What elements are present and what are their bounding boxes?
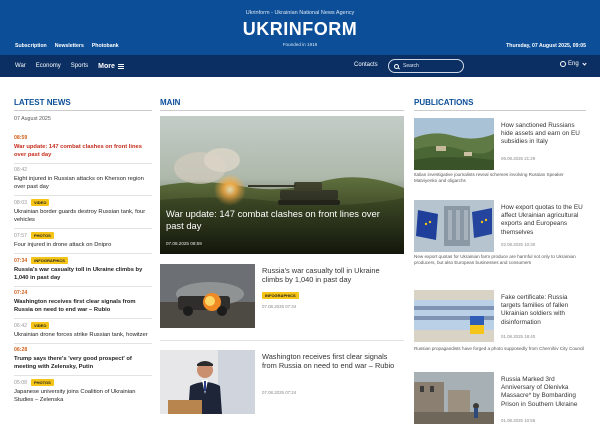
publication-caption: Italian investigative journalists reveal…: [414, 172, 564, 184]
news-item[interactable]: 07:34 INFOGRAPHICS Russia's war casualty …: [14, 254, 152, 287]
news-title[interactable]: Eight injured in Russian attacks on Kher…: [14, 175, 152, 191]
nav-economy[interactable]: Economy: [36, 63, 61, 69]
nav-war[interactable]: War: [15, 63, 26, 69]
main-story[interactable]: Washington receives first clear signals …: [160, 350, 404, 420]
infographics-badge: INFOGRAPHICS: [262, 292, 299, 299]
publication-title[interactable]: Fake certificate: Russia targets familie…: [501, 294, 587, 327]
publication-date: 02.08.2025 10:30: [501, 242, 536, 247]
publication-date: 06.08.2025 21:29: [501, 156, 536, 161]
news-item[interactable]: 07:24 Washington receives first clear si…: [14, 287, 152, 319]
video-badge: VIDEO: [30, 199, 50, 206]
language-selector[interactable]: Eng: [560, 60, 587, 67]
news-time: 07:57: [14, 232, 27, 239]
top-links: Subscription Newsletters Photobank: [15, 43, 119, 49]
publication-thumbnail[interactable]: [414, 290, 494, 342]
story-thumbnail[interactable]: [160, 264, 255, 328]
news-title[interactable]: Ukrainian border guards destroy Russian …: [14, 208, 152, 224]
news-item[interactable]: 08:59 War update: 147 combat clashes on …: [14, 132, 152, 164]
publication-thumbnail[interactable]: [414, 372, 494, 424]
latest-news-list: 07 August 2025 08:59 War update: 147 com…: [14, 116, 152, 408]
nav-more-button[interactable]: More: [98, 63, 124, 70]
contacts-link[interactable]: Contacts: [354, 62, 378, 68]
news-title[interactable]: Trump says there's 'very good prospect' …: [14, 355, 152, 371]
publication-title[interactable]: How export quotas to the EU affect Ukrai…: [501, 204, 587, 237]
latest-news-heading[interactable]: LATEST NEWS: [14, 98, 71, 107]
sign-image: [414, 290, 494, 342]
site-logo[interactable]: UKRINFORM: [0, 19, 600, 40]
search-icon[interactable]: [394, 63, 399, 69]
news-title[interactable]: Japanese university joins Coalition of U…: [14, 388, 152, 404]
speaker-photo: [160, 350, 255, 414]
news-title[interactable]: War update: 147 combat clashes on front …: [14, 143, 152, 159]
landscape-image: [414, 118, 494, 170]
publication-thumbnail[interactable]: [414, 118, 494, 170]
search-input[interactable]: [403, 63, 463, 69]
site-header: Ukrinform - Ukrainian National News Agen…: [0, 0, 600, 55]
news-time: 06:42: [14, 322, 27, 329]
news-item[interactable]: 05:08 PHOTOS Japanese university joins Co…: [14, 376, 152, 408]
divider: [414, 110, 586, 111]
publications-heading[interactable]: PUBLICATIONS: [414, 98, 473, 107]
news-time: 08:59: [14, 135, 28, 141]
story-date: 07.08.2025 07:24: [262, 390, 297, 395]
news-time: 08:03: [14, 199, 27, 206]
story-date: 07.08.2025 07:34: [262, 304, 297, 309]
search-box[interactable]: [388, 59, 464, 73]
news-time: 07:34: [14, 257, 28, 264]
divider: [14, 110, 152, 111]
news-item[interactable]: 08:42 Eight injured in Russian attacks o…: [14, 164, 152, 196]
divider: [160, 110, 404, 111]
eu-flags-image: [414, 200, 494, 252]
current-date: Thursday, 07 August 2025, 09:05: [506, 43, 586, 49]
subscription-link[interactable]: Subscription: [15, 43, 47, 49]
story-title[interactable]: Washington receives first clear signals …: [262, 352, 402, 371]
photos-badge: PHOTOS: [30, 232, 54, 239]
divider: [160, 340, 404, 341]
news-time: 05:08: [14, 379, 27, 386]
chevron-down-icon: [582, 60, 587, 66]
newsletters-link[interactable]: Newsletters: [55, 43, 84, 49]
photos-badge: PHOTOS: [30, 379, 54, 386]
main-heading[interactable]: MAIN: [160, 98, 180, 107]
news-time: 08:42: [14, 167, 27, 173]
burning-vehicle-image: [160, 264, 255, 328]
news-item[interactable]: 08:03 VIDEO Ukrainian border guards destr…: [14, 196, 152, 229]
news-item[interactable]: 07:57 PHOTOS Four injured in drone attack…: [14, 229, 152, 254]
publication-title[interactable]: Russia Marked 3rd Anniversary of Olenivk…: [501, 376, 587, 409]
hero-date: 07.08.2025 08:59: [166, 241, 202, 246]
ruins-image: [414, 372, 494, 424]
infographics-badge: INFOGRAPHICS: [31, 257, 68, 264]
story-title[interactable]: Russia's war casualty toll in Ukraine cl…: [262, 266, 402, 285]
story-thumbnail[interactable]: [160, 350, 255, 414]
news-item[interactable]: 06:42 VIDEO Ukrainian drone forces strike…: [14, 319, 152, 344]
publication-title[interactable]: How sanctioned Russians hide assets and …: [501, 122, 587, 147]
main-story[interactable]: Russia's war casualty toll in Ukraine cl…: [160, 264, 404, 334]
news-title[interactable]: Russia's war casualty toll in Ukraine cl…: [14, 266, 152, 282]
news-time: 07:24: [14, 290, 28, 296]
news-item[interactable]: 06:28 Trump says there's 'very good pros…: [14, 344, 152, 376]
news-time: 06:28: [14, 347, 28, 353]
agency-tagline: Ukrinform - Ukrainian National News Agen…: [245, 10, 355, 16]
news-title[interactable]: Washington receives first clear signals …: [14, 298, 152, 314]
main-hero-story[interactable]: War update: 147 combat clashes on front …: [160, 116, 404, 254]
publication-caption: Russian propagandists have forged a phot…: [414, 346, 585, 351]
publication-date: 01.08.2025 10:55: [501, 418, 536, 423]
hero-title[interactable]: War update: 147 combat clashes on front …: [166, 208, 398, 232]
news-title[interactable]: Four injured in drone attack on Dnipro: [14, 241, 152, 249]
publication-caption: New export quotas for Ukrainian farm pro…: [414, 254, 576, 266]
hero-image: [160, 116, 404, 254]
nav-more-label: More: [98, 62, 115, 70]
menu-icon: [117, 63, 124, 69]
main-nav: War Economy Sports More Contacts Eng: [0, 55, 600, 77]
globe-icon: [560, 61, 566, 67]
video-badge: VIDEO: [30, 322, 50, 329]
latest-news-date: 07 August 2025: [14, 116, 51, 122]
news-title[interactable]: Ukrainian drone forces strike Russian ta…: [14, 331, 152, 339]
language-label: Eng: [568, 61, 579, 67]
photobank-link[interactable]: Photobank: [92, 43, 119, 49]
publication-date: 01.08.2025 18:40: [501, 334, 536, 339]
nav-sports[interactable]: Sports: [71, 63, 88, 69]
publication-thumbnail[interactable]: [414, 200, 494, 252]
